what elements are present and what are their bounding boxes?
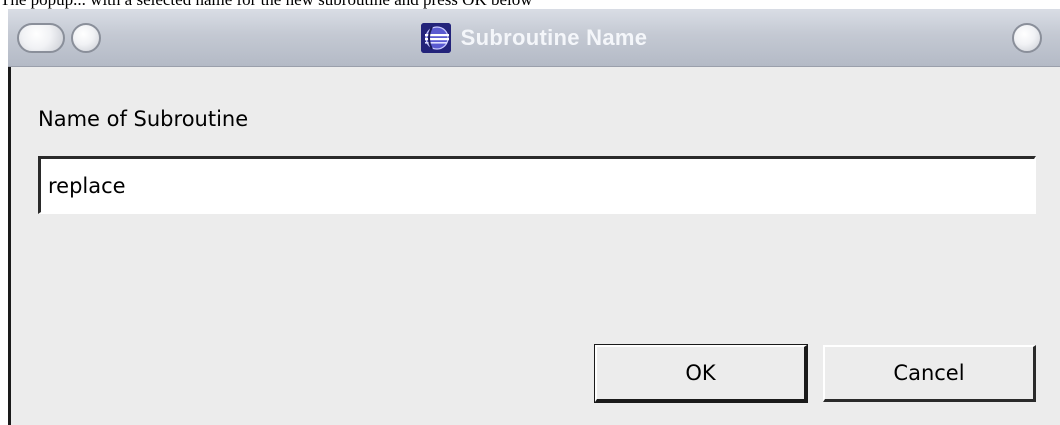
- cancel-button[interactable]: Cancel: [823, 345, 1036, 402]
- subroutine-name-dialog: Subroutine Name Name of Subroutine OK Ca…: [8, 9, 1060, 425]
- title-bar[interactable]: Subroutine Name: [8, 9, 1060, 67]
- subroutine-name-input[interactable]: [38, 156, 1036, 214]
- subroutine-name-label: Name of Subroutine: [38, 107, 249, 131]
- background-caption-text: The popup... with a selected name for th…: [0, 0, 1060, 9]
- caption-text: The popup... with a selected name for th…: [0, 0, 533, 9]
- dialog-title: Subroutine Name: [460, 25, 648, 50]
- ok-button[interactable]: OK: [594, 344, 808, 403]
- eclipse-globe-icon: [420, 23, 451, 53]
- title-group: Subroutine Name: [8, 9, 1060, 67]
- dialog-body: Name of Subroutine OK Cancel: [8, 67, 1060, 425]
- close-button[interactable]: [1012, 23, 1042, 53]
